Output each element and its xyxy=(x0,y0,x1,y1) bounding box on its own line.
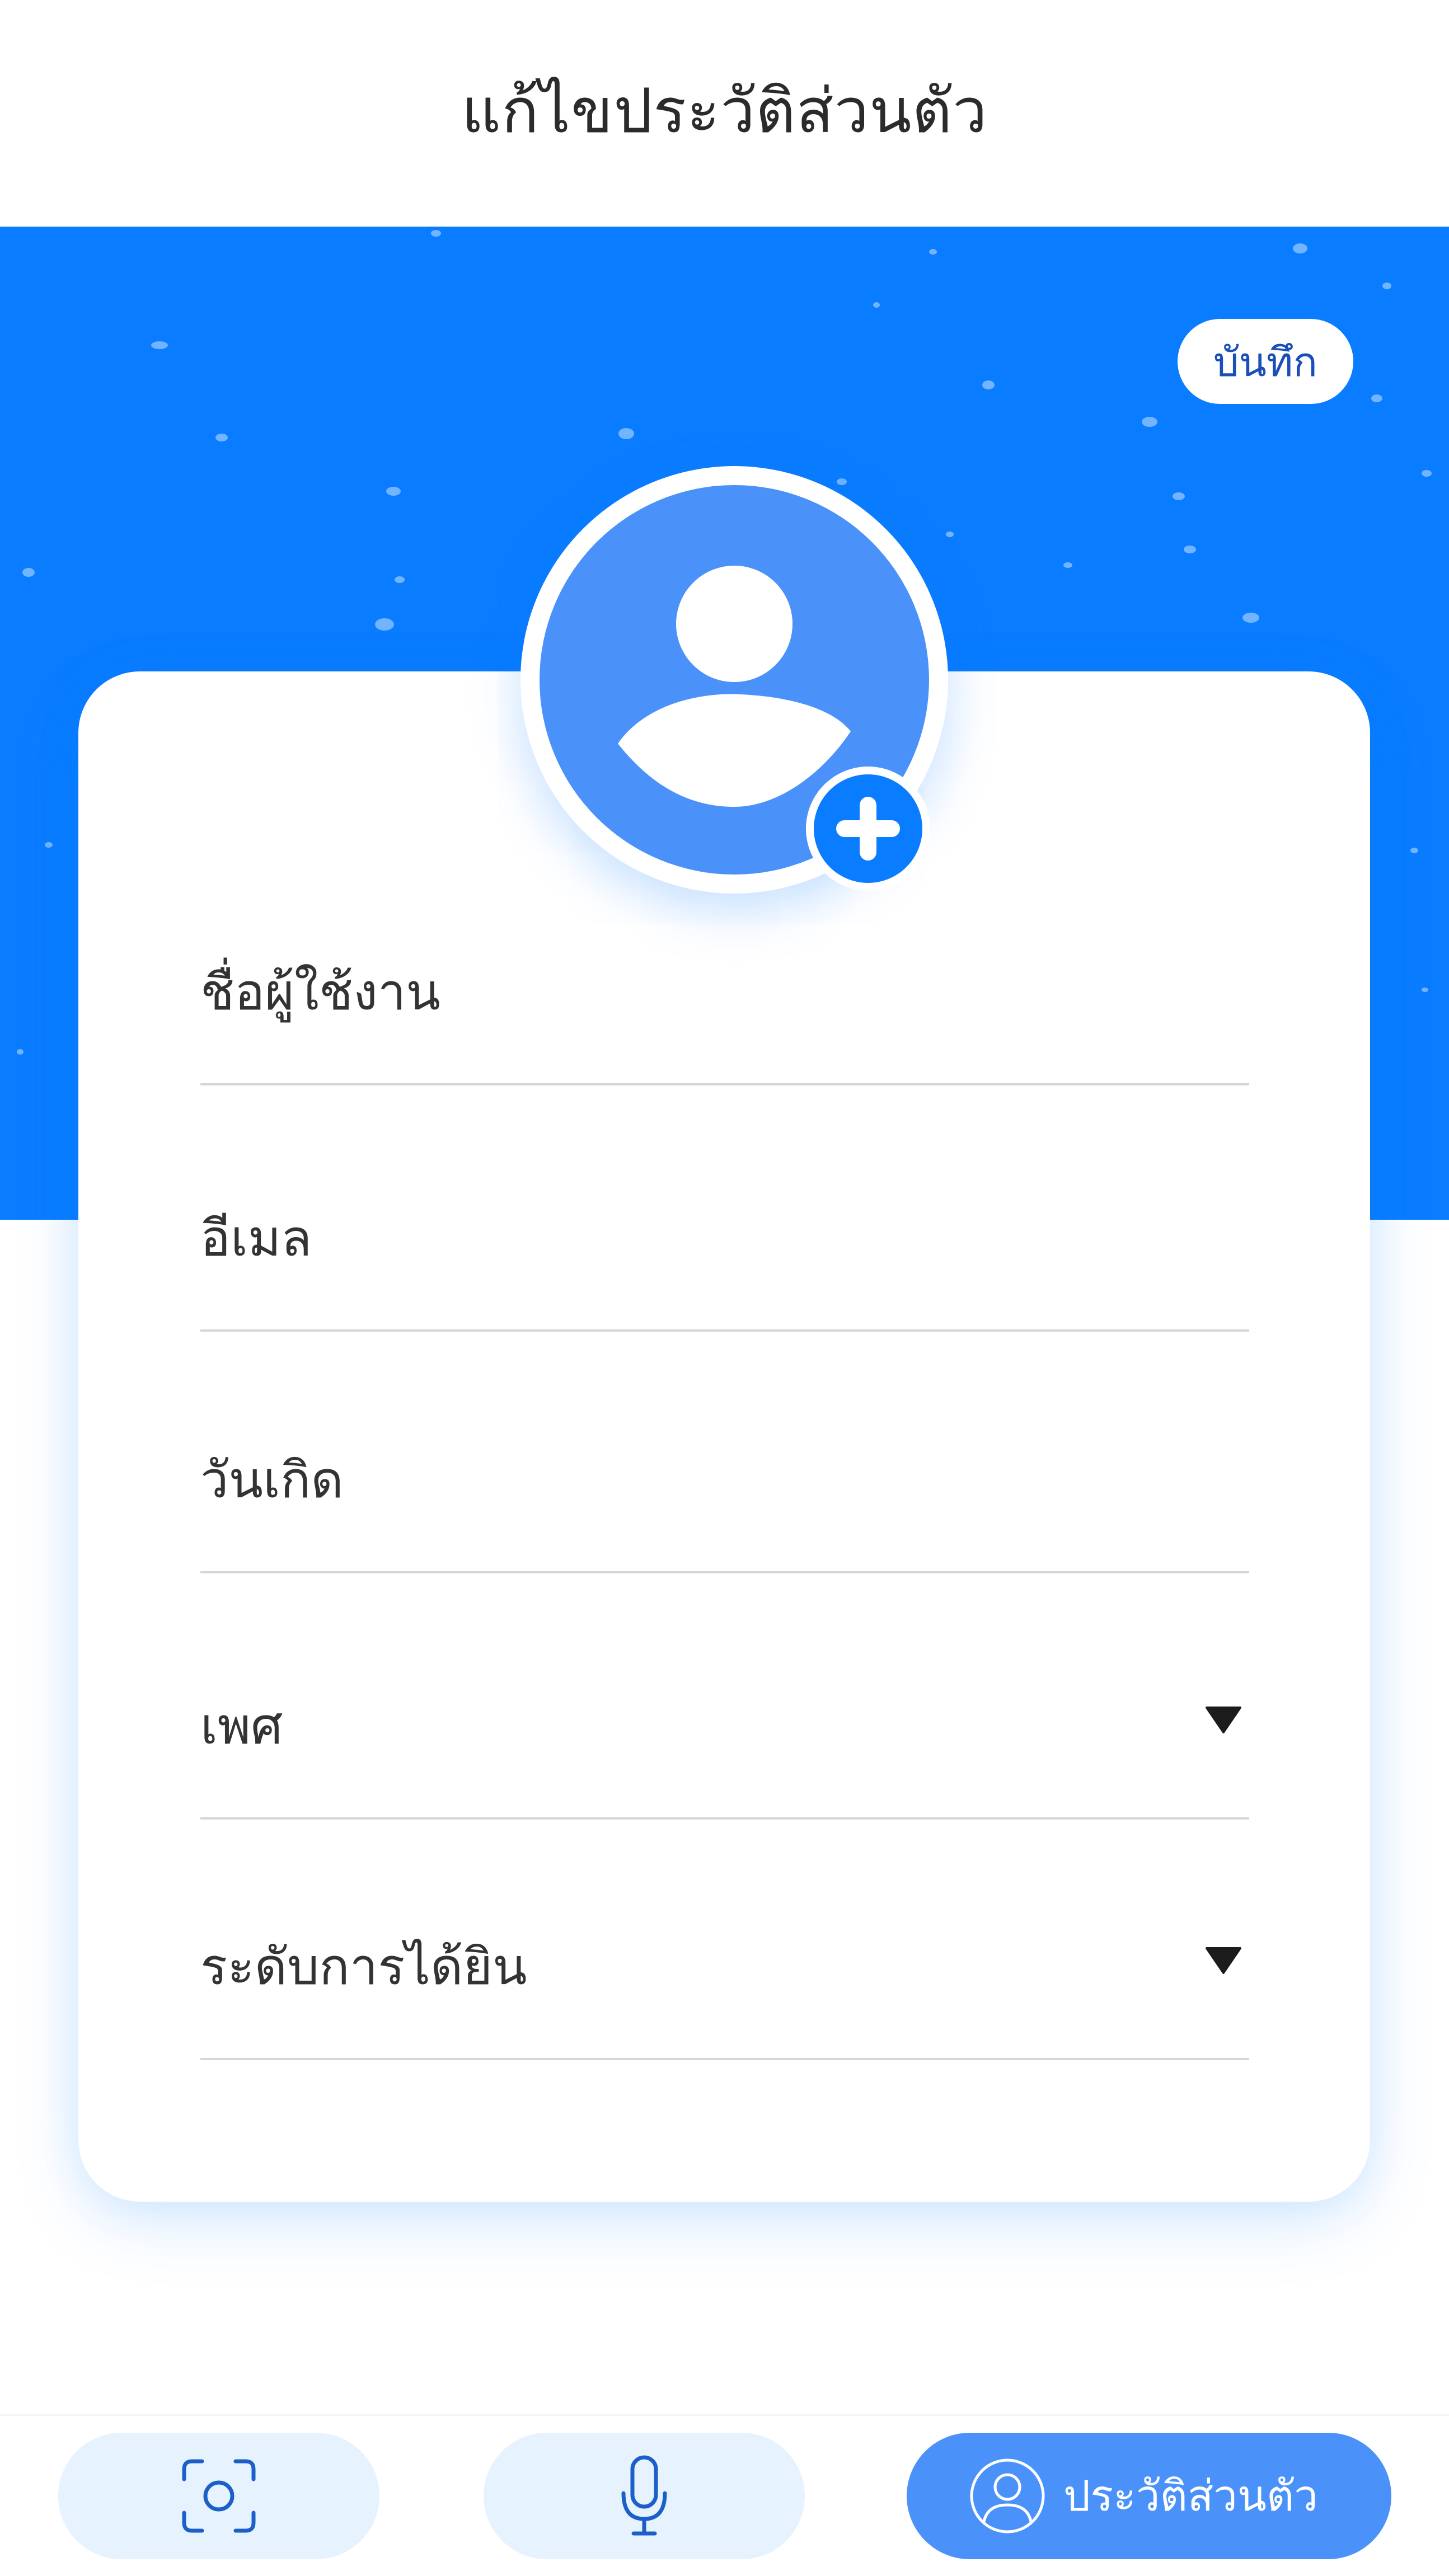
email-label: อีเมล xyxy=(200,1209,312,1268)
gender-label: เพศ xyxy=(200,1697,283,1756)
birthdate-field[interactable]: วันเกิด xyxy=(200,1442,1249,1573)
plus-icon xyxy=(814,774,922,883)
nav-camera-button[interactable] xyxy=(58,2433,379,2559)
email-field[interactable]: อีเมล xyxy=(200,1201,1249,1332)
save-button[interactable]: บันทึก xyxy=(1178,319,1353,404)
nav-profile-button[interactable]: ประวัติส่วนตัว xyxy=(907,2433,1391,2559)
username-field[interactable]: ชื่อผู้ใช้งาน xyxy=(200,955,1249,1085)
birthdate-label: วันเกิด xyxy=(200,1451,344,1510)
chevron-down-icon xyxy=(1206,1947,1241,1974)
camera-scan-icon xyxy=(182,2459,256,2533)
add-photo-button[interactable] xyxy=(806,767,930,891)
username-label: ชื่อผู้ใช้งาน xyxy=(200,963,440,1022)
user-icon xyxy=(970,2459,1045,2533)
gender-select[interactable]: เพศ xyxy=(200,1689,1249,1820)
nav-profile-label: ประวัติส่วนตัว xyxy=(1063,2471,1318,2521)
nav-microphone-button[interactable] xyxy=(484,2433,805,2559)
hearing-level-label: ระดับการได้ยิน xyxy=(200,1938,527,1996)
microphone-icon xyxy=(621,2455,667,2536)
chevron-down-icon xyxy=(1206,1707,1241,1733)
top-bar: แก้ไขประวัติส่วนตัว xyxy=(0,0,1449,227)
hearing-level-select[interactable]: ระดับการได้ยิน xyxy=(200,1929,1249,2060)
page-title: แก้ไขประวัติส่วนตัว xyxy=(461,74,988,147)
